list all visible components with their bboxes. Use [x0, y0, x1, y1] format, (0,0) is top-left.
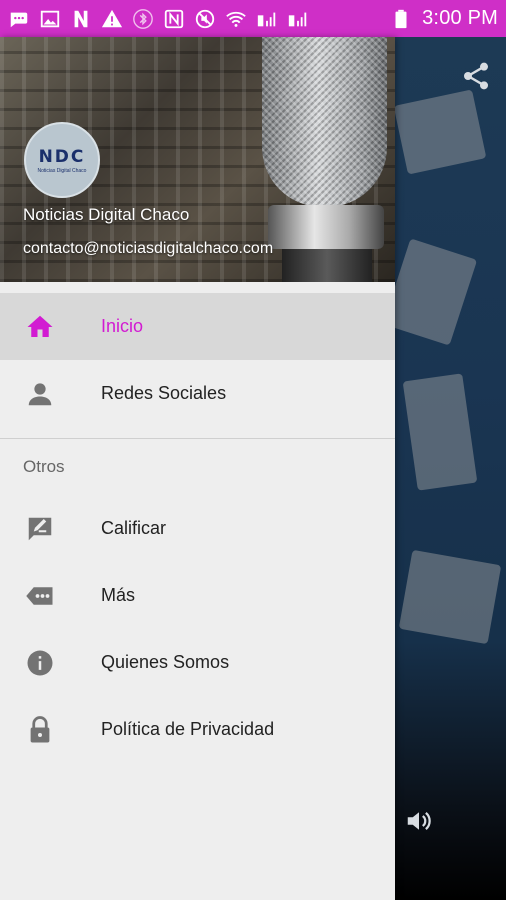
home-icon: [25, 312, 55, 342]
microphone-image: [262, 37, 387, 207]
share-icon[interactable]: [460, 60, 492, 92]
more-icon: [25, 581, 55, 611]
microphone-image-ring: [268, 205, 384, 249]
avatar[interactable]: NDC Noticias Digital Chaco: [24, 122, 100, 198]
background-image: [395, 89, 487, 175]
drawer-menu: Inicio Redes Sociales Otros Calificar Má…: [0, 293, 395, 763]
image-icon: [39, 8, 61, 30]
navigation-drawer: NDC Noticias Digital Chaco Noticias Digi…: [0, 37, 395, 900]
signal-2-icon: [287, 8, 309, 30]
info-icon: [25, 648, 55, 678]
microphone-image-stem: [282, 249, 372, 282]
background-image: [395, 238, 478, 346]
rate-review-icon: [25, 514, 55, 544]
wifi-icon: [225, 8, 247, 30]
volume-icon[interactable]: [404, 806, 434, 836]
menu-item-redes-sociales[interactable]: Redes Sociales: [0, 360, 395, 427]
menu-item-quienes-somos[interactable]: Quienes Somos: [0, 629, 395, 696]
warning-icon: [101, 8, 123, 30]
menu-item-label: Quienes Somos: [101, 652, 230, 672]
menu-item-label: Redes Sociales: [101, 383, 227, 403]
background-image: [402, 373, 478, 491]
menu-item-inicio[interactable]: Inicio: [0, 293, 395, 360]
avatar-logo-subtext: Noticias Digital Chaco: [37, 167, 87, 174]
menu-item-label: Inicio: [101, 316, 144, 336]
status-bar: 3:00 PM: [0, 0, 506, 37]
message-icon: [8, 8, 30, 30]
account-email: contacto@noticiasdigitalchaco.com: [23, 240, 274, 257]
background-image: [398, 549, 502, 645]
menu-item-politica-de-privacidad[interactable]: Política de Privacidad: [0, 696, 395, 763]
lock-icon: [25, 715, 55, 745]
person-icon: [25, 379, 55, 409]
menu-item-label: Política de Privacidad: [101, 719, 275, 739]
avatar-logo-text: NDC: [38, 146, 86, 167]
bluetooth-icon: [132, 8, 154, 30]
no-sound-icon: [194, 8, 216, 30]
nfc-icon: [163, 8, 185, 30]
menu-item-label: Calificar: [101, 518, 167, 538]
battery-icon: [390, 8, 412, 30]
menu-item-label: Más: [101, 585, 136, 605]
n-icon: [70, 8, 92, 30]
status-time: 3:00 PM: [422, 7, 498, 29]
signal-1-icon: [256, 8, 278, 30]
menu-item-calificar[interactable]: Calificar: [0, 495, 395, 562]
menu-item-mas[interactable]: Más: [0, 562, 395, 629]
section-title-otros: Otros: [23, 457, 65, 476]
drawer-header: NDC Noticias Digital Chaco Noticias Digi…: [0, 37, 395, 282]
background-content: [395, 37, 506, 900]
account-name: Noticias Digital Chaco: [23, 205, 190, 224]
